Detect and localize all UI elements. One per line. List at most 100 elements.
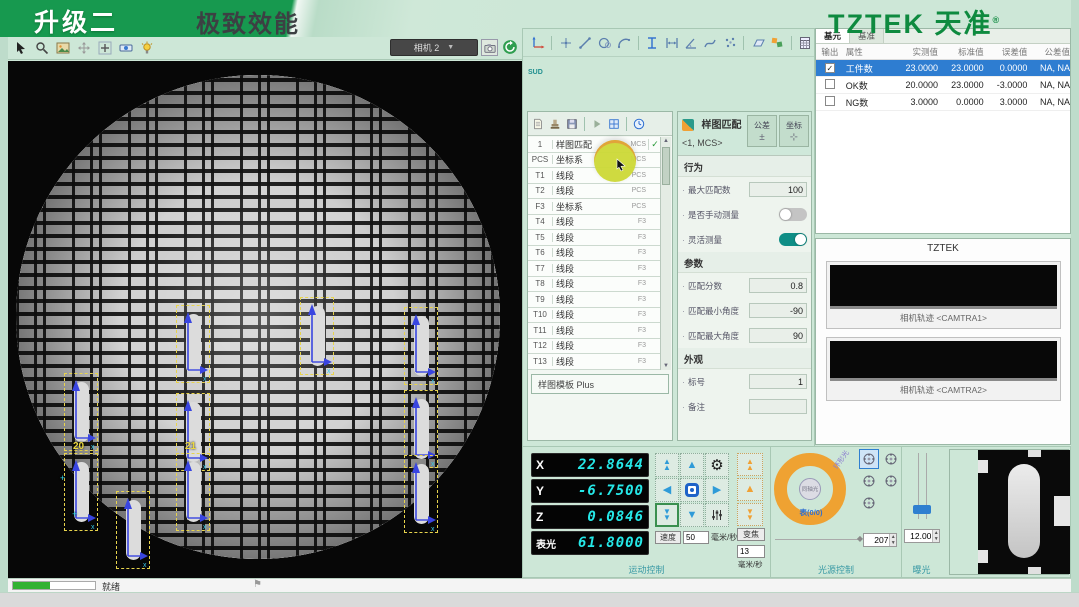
field-input[interactable] [749,399,807,414]
play-icon[interactable] [589,116,605,132]
scatter-icon[interactable] [721,34,738,52]
ring-2-button[interactable] [881,449,901,469]
coaxial-light[interactable]: 同轴光 [799,478,821,500]
element-list-item[interactable]: 1样图匹配MCS✓ [528,137,661,153]
element-list-item[interactable]: T4线段F3 [528,215,661,231]
row-checkbox-cell[interactable] [816,79,844,91]
ring-3-button[interactable] [859,471,879,491]
scrollbar-thumb[interactable] [662,147,670,185]
field-toggle[interactable] [779,233,807,246]
pattern-icon[interactable] [768,34,785,52]
field-toggle[interactable] [779,208,807,221]
spinner-arrows-icon[interactable]: ▲▼ [932,530,939,542]
calc-icon[interactable] [797,34,814,52]
ibeam-icon[interactable] [644,34,661,52]
dro-axis-label: Z [536,510,566,524]
z-double-up-button[interactable]: ▲▲ [737,453,763,476]
element-list-item[interactable]: T9线段F3 [528,292,661,308]
template-footer[interactable]: 样图模板 Plus [531,374,669,394]
element-list-item[interactable]: T1线段PCS [528,168,661,184]
refresh-button[interactable] [502,39,518,55]
down-button[interactable]: ▼ [680,503,704,527]
z-double-down-button[interactable]: ▼▼ [737,503,763,526]
tolerance-button[interactable]: 公差± [747,115,777,147]
exposure-slider-handle[interactable] [913,505,931,514]
plus-icon[interactable] [96,39,114,57]
ring-5-button[interactable] [859,493,879,513]
bulb-icon[interactable] [138,39,156,57]
element-list-item[interactable]: T2线段PCS [528,184,661,200]
light-value-spinner[interactable]: ▲▼ [863,533,897,547]
row-checkbox-cell[interactable] [816,96,844,108]
scroll-up-icon[interactable]: ▲ [661,138,671,144]
stamp-icon[interactable] [547,116,563,132]
line-icon[interactable] [577,34,594,52]
image-icon[interactable] [54,39,72,57]
double-up-button[interactable]: ▲▲ [655,453,679,477]
floppy-icon[interactable] [564,116,580,132]
curve-icon[interactable] [702,34,719,52]
coordinate-button[interactable]: 坐标⊹ [779,115,809,147]
element-list-item[interactable]: T7线段F3 [528,261,661,277]
element-list-item[interactable]: T12线段F3 [528,339,661,355]
arc-icon[interactable] [615,34,632,52]
plane-icon[interactable] [749,34,766,52]
field-input[interactable] [749,278,807,293]
light-value-input[interactable] [864,534,889,546]
field-input[interactable] [749,182,807,197]
field-input[interactable] [749,328,807,343]
up-button[interactable]: ▲ [680,453,704,477]
point-icon[interactable] [557,34,574,52]
element-list-item[interactable]: T8线段F3 [528,277,661,293]
row-checkbox-cell[interactable]: ✓ [816,63,844,73]
camera-select-dropdown[interactable]: 相机 2 ▼ [390,39,478,56]
left-button[interactable]: ◀ [655,478,679,502]
doc-icon[interactable] [530,116,546,132]
field-input[interactable] [749,374,807,389]
ring-4-button[interactable] [881,471,901,491]
gear-button[interactable]: ⚙ [705,453,729,477]
element-list-item[interactable]: T13线段F3 [528,354,661,370]
ring-1-button[interactable] [859,449,879,469]
results-row[interactable]: NG数3.00000.00003.0000NA, NA [816,94,1070,111]
element-list-item[interactable]: T5线段F3 [528,230,661,246]
checkbox[interactable] [825,79,835,89]
element-id: PCS [528,155,553,164]
element-list-item[interactable]: T10线段F3 [528,308,661,324]
zoom-icon[interactable] [33,39,51,57]
scroll-down-icon[interactable]: ▼ [661,363,671,369]
level-icon[interactable] [117,39,135,57]
element-list-item[interactable]: F3坐标系PCS [528,199,661,215]
width-icon[interactable] [663,34,680,52]
double-down-button[interactable]: ▼▼ [655,503,679,527]
circle-icon[interactable] [596,34,613,52]
spinner-arrows-icon[interactable]: ▲▼ [889,534,896,546]
element-list-scrollbar[interactable]: ▲ ▼ [660,137,671,370]
right-button[interactable]: ▶ [705,478,729,502]
element-list-item[interactable]: T11线段F3 [528,323,661,339]
zoom-button[interactable]: 变焦 [737,528,765,541]
stop-button[interactable] [680,478,704,502]
exposure-spinner[interactable]: ▲▼ [904,529,940,543]
zoom-speed-input[interactable] [737,545,765,558]
z-up-button[interactable]: ▲ [737,478,763,501]
light-intensity-slider[interactable]: ◆ [775,539,859,540]
clock-icon[interactable] [631,116,647,132]
element-list-item[interactable]: T6线段F3 [528,246,661,262]
field-input[interactable] [749,303,807,318]
sliders-button[interactable] [705,503,729,527]
pan-icon[interactable] [75,39,93,57]
checkbox[interactable]: ✓ [825,63,835,73]
cursor-icon[interactable] [12,39,30,57]
camera-image-area[interactable]: xxxxxxx20x21xx + + [8,61,522,578]
exposure-input[interactable] [905,530,932,542]
grid-icon[interactable] [606,116,622,132]
axis-icon[interactable] [529,34,546,52]
results-row[interactable]: ✓工件数23.000023.00000.0000NA, NA [816,60,1070,77]
checkbox[interactable] [825,96,835,106]
speed-button[interactable]: 速度 [655,531,681,544]
snapshot-button[interactable] [481,39,498,56]
speed-input[interactable] [683,531,709,544]
angle-icon[interactable] [682,34,699,52]
results-row[interactable]: OK数20.000023.0000-3.0000NA, NA [816,77,1070,94]
